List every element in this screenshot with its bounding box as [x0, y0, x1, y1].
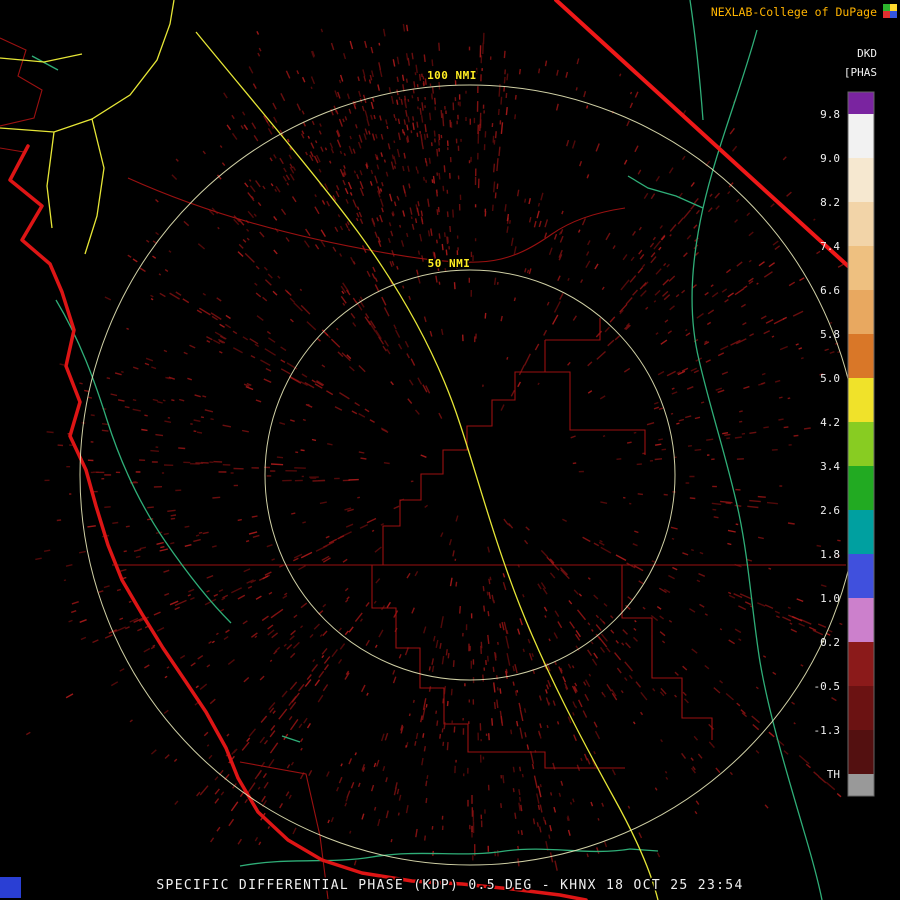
product-units-label: [PHAS [844, 66, 877, 79]
colorbar-tick-label: 0.2 [820, 636, 840, 649]
colorbar-segment [848, 774, 874, 796]
colorbar-tick-label: 9.8 [820, 108, 840, 121]
radar-map: 100 NMI 50 NMI 9.8 9.0 8.2 7.4 6.6 5.8 5.0 4.2 3… [0, 0, 900, 900]
colorbar-tick-label: 7.4 [820, 240, 840, 253]
colorbar-segment [848, 114, 874, 158]
nexlab-logo-icon [883, 4, 897, 18]
brand-text: NEXLAB-College of DuPage [711, 5, 877, 19]
colorbar-segment [848, 730, 874, 774]
product-code-label: DKD [857, 47, 877, 60]
range-ring-100nmi-label: 100 NMI [427, 69, 477, 82]
colorbar-segment [848, 92, 874, 114]
colorbar-segment [848, 554, 874, 598]
colorbar-tick-label: 6.6 [820, 284, 840, 297]
colorbar-tick-label: 9.0 [820, 152, 840, 165]
colorbar-segment [848, 378, 874, 422]
colorbar-tick-label: 5.0 [820, 372, 840, 385]
colorbar-segment [848, 422, 874, 466]
colorbar-tick-label: 1.8 [820, 548, 840, 561]
radar-viewer: 100 NMI 50 NMI 9.8 9.0 8.2 7.4 6.6 5.8 5.0 4.2 3… [0, 0, 900, 900]
colorbar-tick-label: TH [827, 768, 840, 781]
range-ring-50nmi-label: 50 NMI [428, 257, 471, 270]
colorbar-segment [848, 246, 874, 290]
colorbar-tick-label: 2.6 [820, 504, 840, 517]
colorbar-segment [848, 686, 874, 730]
colorbar-tick-label: 8.2 [820, 196, 840, 209]
colorbar-tick-label: 5.8 [820, 328, 840, 341]
colorbar-tick-label: 1.0 [820, 592, 840, 605]
status-bar-text: SPECIFIC DIFFERENTIAL PHASE (KDP) 0.5 DE… [156, 878, 743, 893]
colorbar-tick-label: 4.2 [820, 416, 840, 429]
colorbar-segment [848, 642, 874, 686]
colorbar-segment [848, 510, 874, 554]
corner-marker [0, 877, 21, 898]
colorbar-tick-label: 3.4 [820, 460, 840, 473]
colorbar-segment [848, 158, 874, 202]
colorbar-segment [848, 202, 874, 246]
colorbar [847, 91, 875, 797]
colorbar-segment [848, 290, 874, 334]
colorbar-segment [848, 334, 874, 378]
colorbar-tick-label: -1.3 [814, 724, 841, 737]
colorbar-segment [848, 466, 874, 510]
colorbar-tick-label: -0.5 [814, 680, 841, 693]
colorbar-segment [848, 598, 874, 642]
